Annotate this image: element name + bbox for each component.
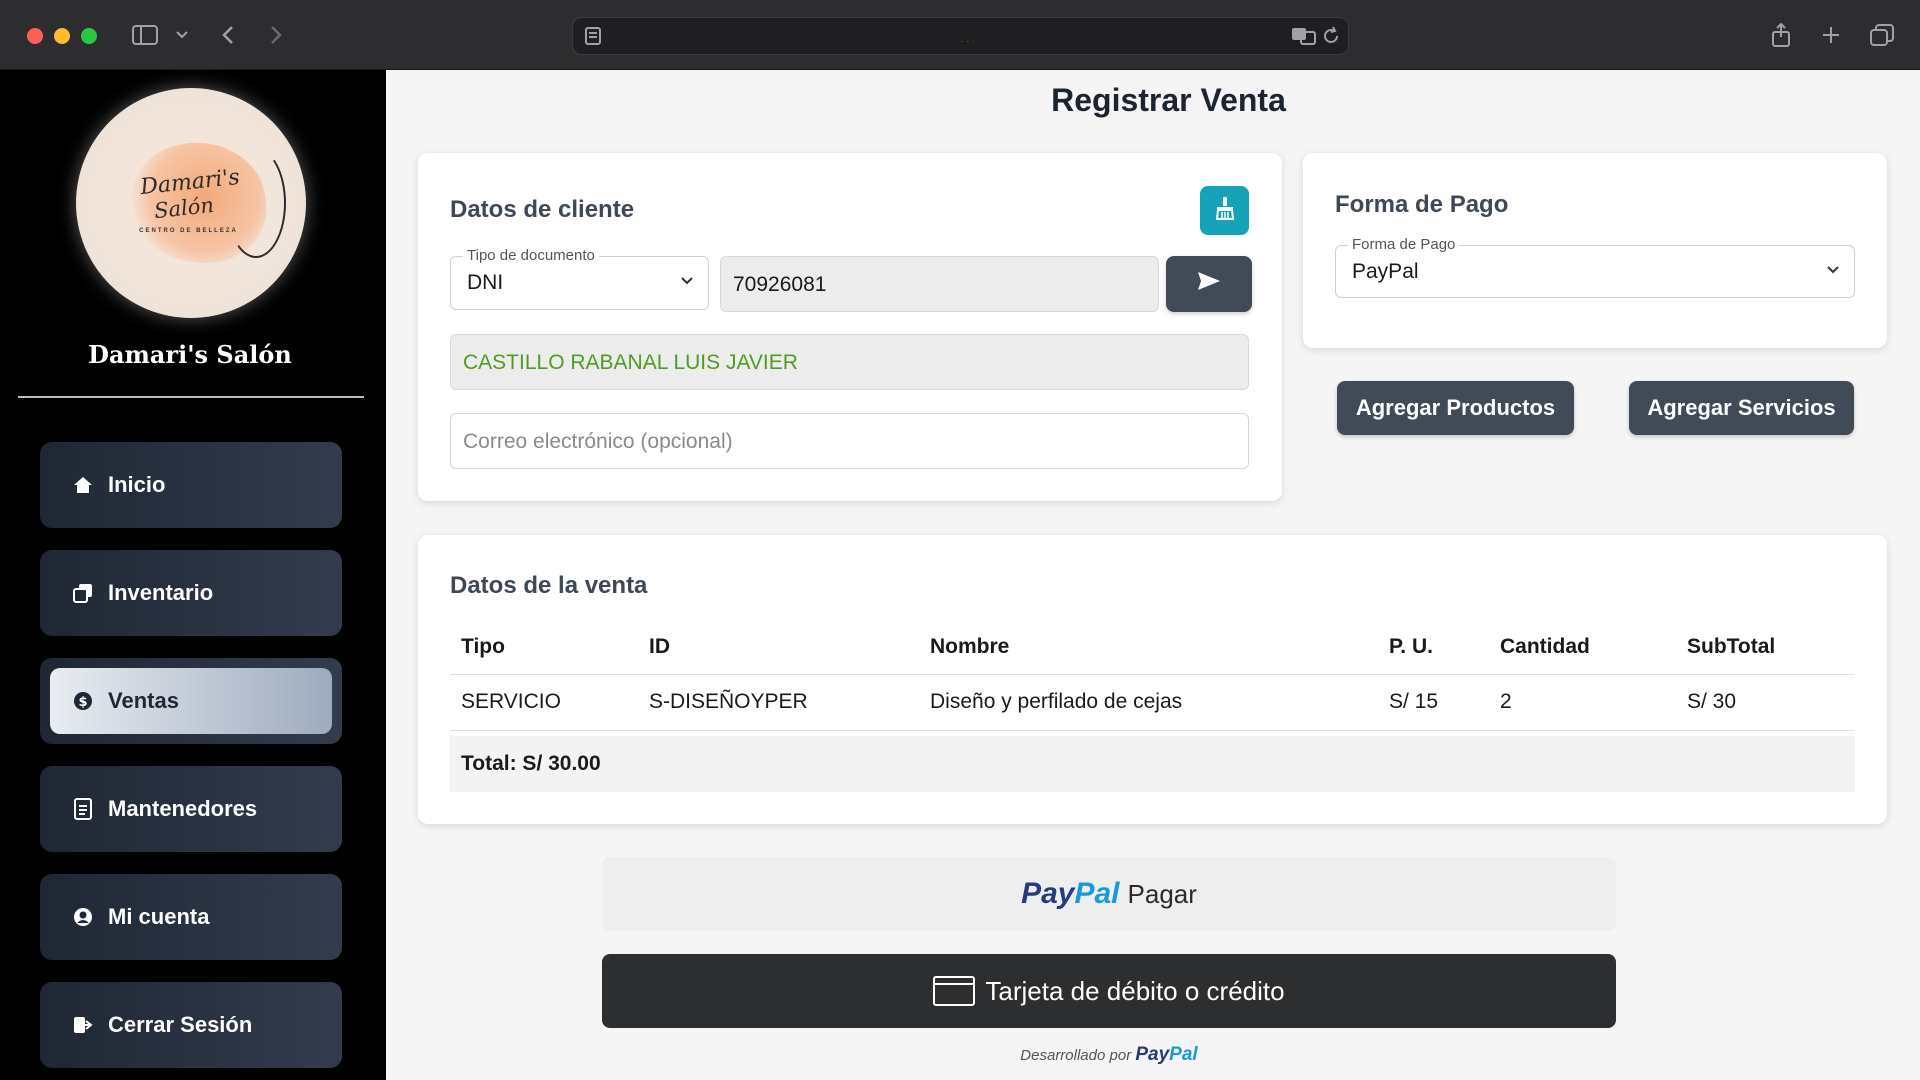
reader-icon[interactable] <box>583 26 603 51</box>
powered-by-brand-pal: Pal <box>1169 1044 1198 1065</box>
close-window-button[interactable] <box>27 28 43 44</box>
forward-icon[interactable] <box>266 20 286 50</box>
payment-method-value: PayPal <box>1352 260 1419 283</box>
document-number-input[interactable]: 70926081 <box>720 256 1159 312</box>
column-header-nombre: Nombre <box>919 620 1378 675</box>
sidebar-item-label: Inventario <box>108 580 214 605</box>
email-placeholder: Correo electrónico (opcional) <box>463 430 733 453</box>
payment-card-title: Forma de Pago <box>1335 191 1509 218</box>
sales-icon: $ <box>72 690 94 712</box>
add-services-button[interactable]: Agregar Servicios <box>1629 381 1854 435</box>
chevron-down-icon <box>1826 262 1844 280</box>
address-dots: · · · <box>960 36 990 47</box>
user-icon <box>72 906 94 928</box>
payment-method-select[interactable]: Forma de Pago PayPal <box>1335 236 1855 298</box>
sidebar-divider <box>18 396 364 398</box>
salon-logo: Damari's Salón CENTRO DE BELLEZA <box>76 88 306 318</box>
clear-client-button[interactable] <box>1200 186 1249 235</box>
sidebar-item-label: Inicio <box>108 472 166 497</box>
cell-precio-unitario: S/ 15 <box>1378 674 1489 731</box>
broom-icon <box>1212 195 1238 226</box>
page-title: Registrar Venta <box>1051 82 1286 118</box>
payment-method-legend: Forma de Pago <box>1348 236 1460 253</box>
brand-name: Damari's Salón <box>88 340 292 369</box>
sidebar-item-label: Mi cuenta <box>108 904 210 929</box>
new-tab-icon[interactable] <box>1820 20 1842 50</box>
document-number-value: 70926081 <box>733 273 827 296</box>
sale-total: Total: S/ 30.00 <box>450 736 1855 792</box>
sidebar-item-inicio[interactable]: Inicio <box>40 442 342 528</box>
paypal-pay-button[interactable]: Pay Pal Pagar <box>602 857 1616 931</box>
email-field[interactable]: Correo electrónico (opcional) <box>450 413 1249 469</box>
zoom-window-button[interactable] <box>81 28 97 44</box>
document-type-select[interactable]: Tipo de documento DNI <box>450 247 709 310</box>
client-card-title: Datos de cliente <box>450 196 635 223</box>
sale-table: Tipo ID Nombre P. U. Cantidad SubTotal S… <box>450 620 1855 731</box>
card-payment-button[interactable]: Tarjeta de débito o crédito <box>602 954 1616 1028</box>
sidebar-item-cerrar-sesion[interactable]: Cerrar Sesión <box>40 982 342 1068</box>
cell-subtotal: S/ 30 <box>1676 674 1855 731</box>
client-name-field: CASTILLO RABANAL LUIS JAVIER <box>450 334 1249 390</box>
column-header-cantidad: Cantidad <box>1489 620 1676 675</box>
column-header-tipo: Tipo <box>450 620 638 675</box>
chevron-down-icon[interactable] <box>174 20 190 50</box>
powered-by-text: Desarrollado por <box>1020 1047 1132 1064</box>
column-header-precio-unitario: P. U. <box>1378 620 1489 675</box>
sale-card-title: Datos de la venta <box>450 572 648 599</box>
sidebar-item-inventario[interactable]: Inventario <box>40 550 342 636</box>
logout-icon <box>72 1014 94 1036</box>
sidebar-item-mi-cuenta[interactable]: Mi cuenta <box>40 874 342 960</box>
credit-card-icon <box>933 976 976 1006</box>
column-header-subtotal: SubTotal <box>1676 620 1855 675</box>
table-header-row: Tipo ID Nombre P. U. Cantidad SubTotal <box>450 620 1855 675</box>
cell-tipo: SERVICIO <box>450 674 638 731</box>
sidebar-item-ventas[interactable]: $ Ventas <box>40 658 342 744</box>
logo-subtitle: CENTRO DE BELLEZA <box>139 228 238 234</box>
document-type-legend: Tipo de documento <box>463 247 599 264</box>
tab-overview-icon[interactable] <box>1870 20 1894 50</box>
document-type-value: DNI <box>467 271 504 294</box>
paypal-logo-pay: Pay <box>1021 877 1075 910</box>
send-icon <box>1197 271 1221 297</box>
add-products-button[interactable]: Agregar Productos <box>1337 381 1574 435</box>
reload-icon[interactable] <box>1321 26 1341 51</box>
card-payment-label: Tarjeta de débito o crédito <box>985 975 1285 1006</box>
sidebar-item-mantenedores[interactable]: Mantenedores <box>40 766 342 852</box>
back-icon[interactable] <box>218 20 238 50</box>
home-icon <box>72 474 94 496</box>
search-document-button[interactable] <box>1166 256 1252 312</box>
minimize-window-button[interactable] <box>54 28 70 44</box>
table-row: SERVICIO S-DISEÑOYPER Diseño y perfilado… <box>450 674 1855 731</box>
translate-icon[interactable] <box>1291 26 1317 51</box>
sidebar-item-label: Ventas <box>108 688 179 713</box>
cell-cantidad: 2 <box>1489 674 1676 731</box>
paypal-pay-label: Pagar <box>1127 878 1197 909</box>
powered-by-brand-pay: Pay <box>1135 1044 1170 1065</box>
sidebar-item-label: Cerrar Sesión <box>108 1012 253 1037</box>
column-header-id: ID <box>638 620 919 675</box>
cell-id: S-DISEÑOYPER <box>638 674 919 731</box>
document-icon <box>72 798 94 820</box>
sidebar-item-active-highlight: $ Ventas <box>50 668 332 734</box>
client-name-value: CASTILLO RABANAL LUIS JAVIER <box>463 351 798 374</box>
sidebar-item-label: Mantenedores <box>108 796 258 821</box>
share-icon[interactable] <box>1770 20 1792 50</box>
cell-nombre: Diseño y perfilado de cejas <box>919 674 1378 731</box>
browser-toolbar: · · · <box>0 0 1920 70</box>
svg-text:$: $ <box>78 695 87 710</box>
paypal-logo-pal: Pal <box>1074 877 1120 910</box>
powered-by-paypal: Desarrollado por PayPal <box>602 1044 1616 1066</box>
chevron-down-icon <box>680 273 698 291</box>
inventory-icon <box>72 582 94 604</box>
sidebar-toggle-icon[interactable] <box>130 20 160 50</box>
